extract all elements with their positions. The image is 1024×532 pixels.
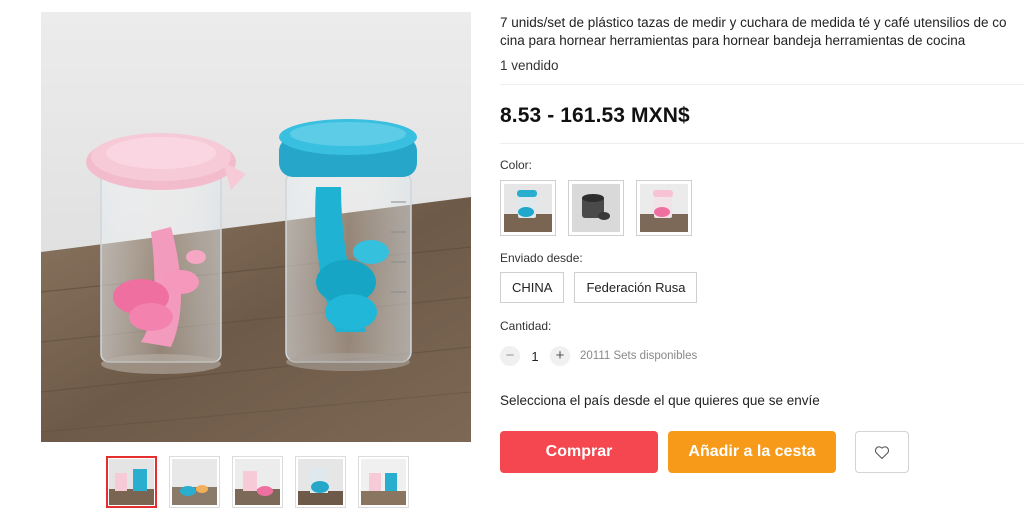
quantity-label: Cantidad:	[500, 319, 552, 333]
product-title: 7 unids/set de plástico tazas de medir y…	[500, 14, 1024, 50]
add-to-cart-button[interactable]: Añadir a la cesta	[668, 431, 836, 473]
select-country-prompt: Selecciona el país desde el que quieres …	[500, 393, 820, 408]
action-buttons: Comprar Añadir a la cesta	[500, 431, 909, 473]
quantity-stepper: − 1 + 20111 Sets disponibles	[500, 346, 697, 366]
product-title-line-1: 7 unids/set de plástico tazas de medir y…	[500, 15, 1007, 30]
product-title-line-2: cina para hornear herramientas para horn…	[500, 33, 966, 48]
stock-available: 20111 Sets disponibles	[580, 350, 698, 362]
thumbnail-1[interactable]	[106, 456, 157, 508]
quantity-decrease-button[interactable]: −	[500, 346, 520, 366]
wishlist-button[interactable]	[855, 431, 909, 473]
divider	[500, 143, 1024, 144]
divider	[500, 84, 1024, 85]
thumbnail-3[interactable]	[232, 456, 283, 508]
sold-count: 1 vendido	[500, 58, 559, 73]
buy-button[interactable]: Comprar	[500, 431, 658, 473]
color-swatches	[500, 180, 692, 236]
quantity-increase-button[interactable]: +	[550, 346, 570, 366]
ship-from-china-button[interactable]: CHINA	[500, 272, 565, 303]
measuring-cups-photo	[41, 12, 471, 442]
thumbnail-2[interactable]	[169, 456, 220, 508]
ship-from-options: CHINA Federación Rusa	[500, 272, 698, 303]
main-product-image[interactable]	[41, 12, 471, 442]
color-option-black[interactable]	[568, 180, 624, 236]
shipping-label: Enviado desde:	[500, 251, 583, 265]
thumbnail-strip	[106, 456, 409, 508]
color-option-blue[interactable]	[500, 180, 556, 236]
thumbnail-5[interactable]	[358, 456, 409, 508]
heart-icon	[874, 445, 890, 459]
ship-from-russia-button[interactable]: Federación Rusa	[574, 272, 698, 303]
color-label: Color:	[500, 158, 533, 172]
price-range: 8.53 - 161.53 MXN$	[500, 104, 690, 127]
thumbnail-4[interactable]	[295, 456, 346, 508]
color-option-pink[interactable]	[636, 180, 692, 236]
quantity-value[interactable]: 1	[520, 349, 550, 364]
